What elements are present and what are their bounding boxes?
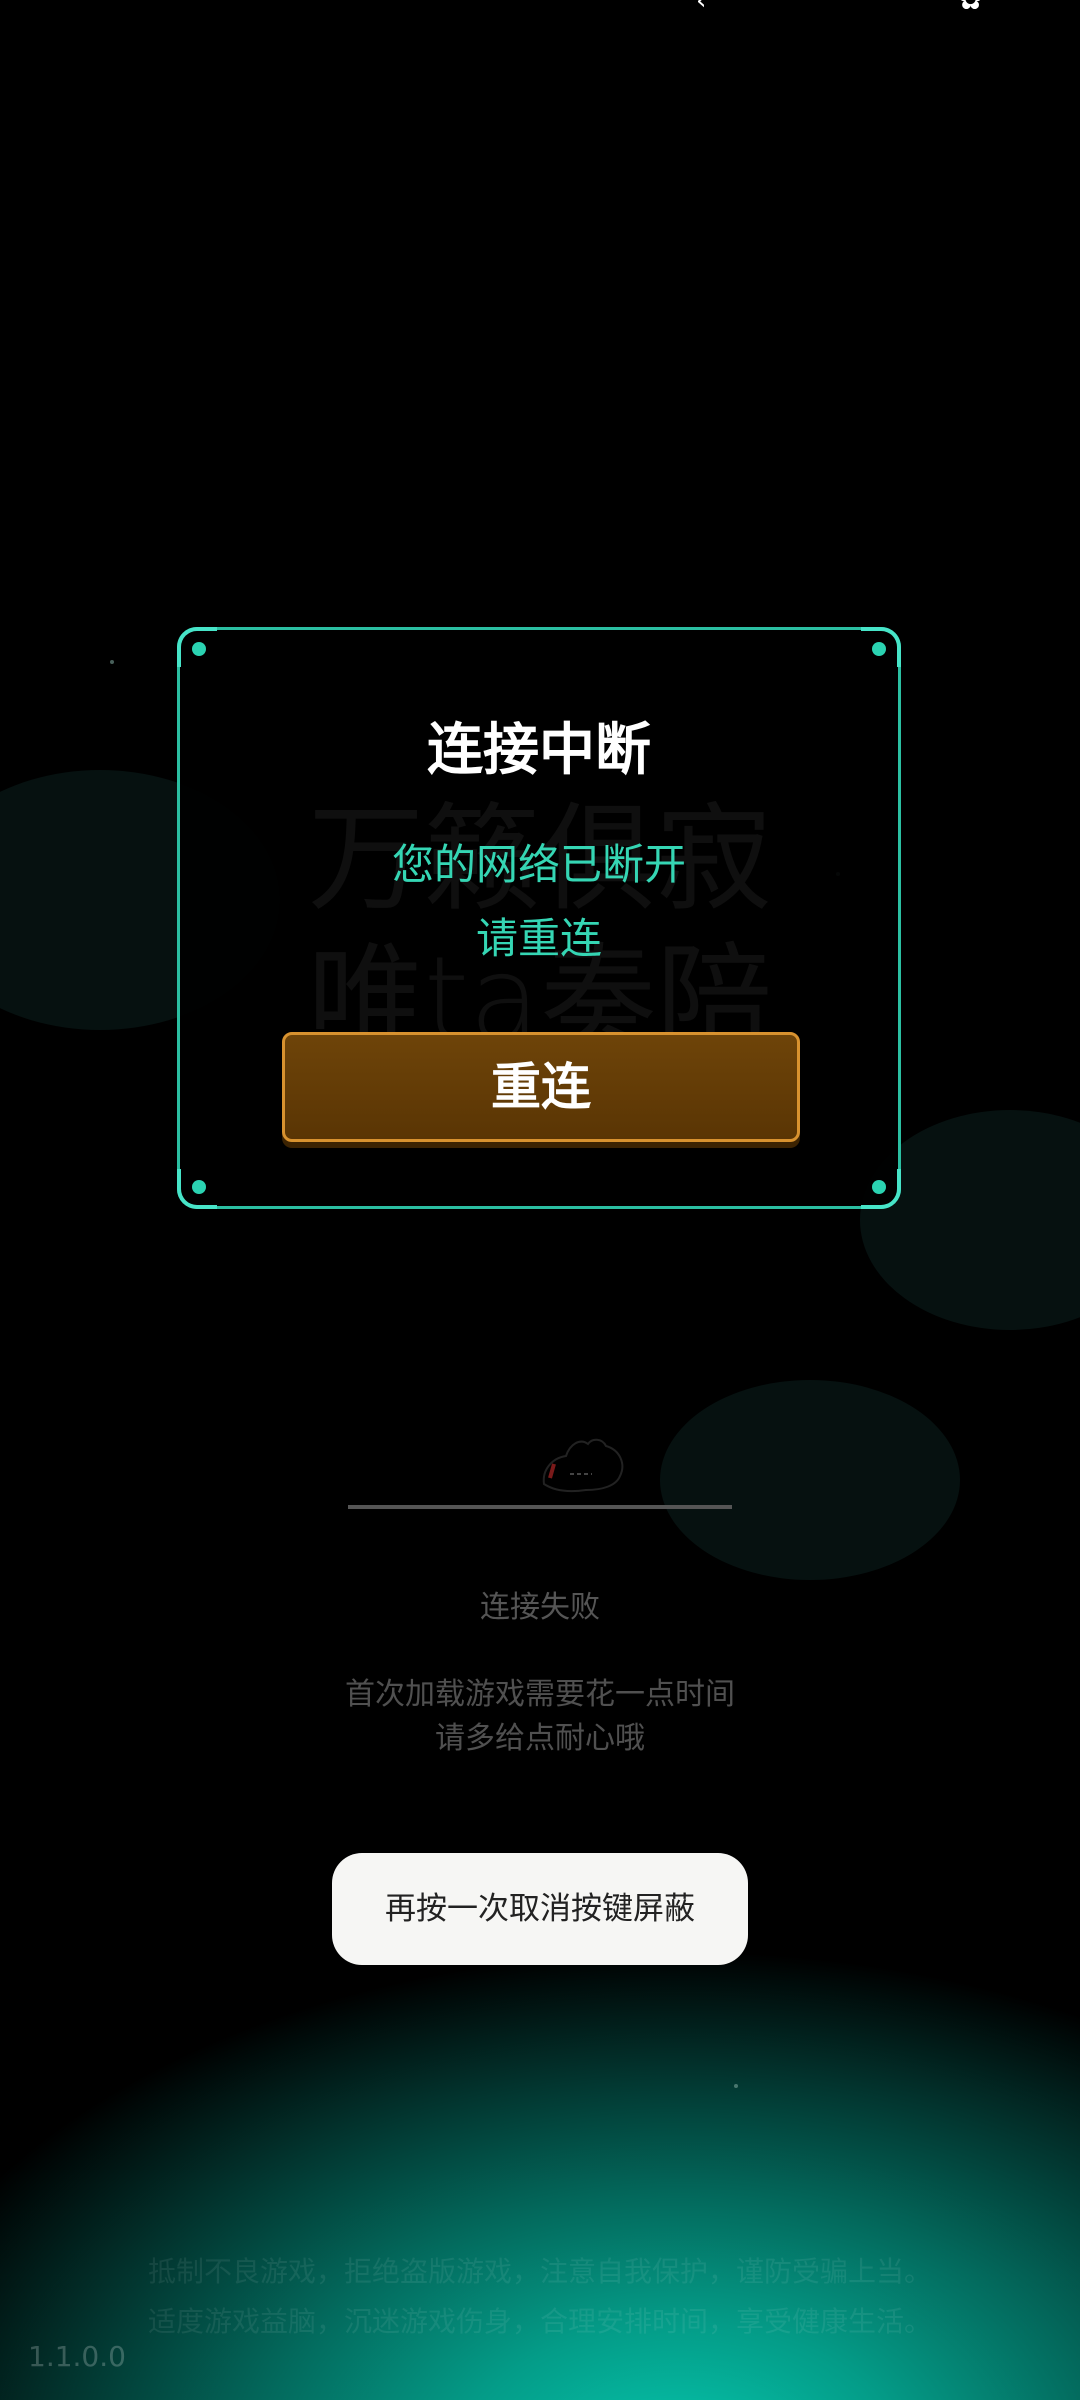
background-star [110,660,114,664]
status-bar-right-icon: ✿ [958,0,983,17]
reconnect-button[interactable]: 重连 [282,1032,800,1142]
corner-accent [861,1169,901,1209]
dialog-message-line: 请重连 [475,914,602,963]
game-loading-screen: ‹ ✿ 万籁俱寂 唯ta奏陪 连接中断 您的网络已断开 请重连 重连 连接失败 [0,0,1080,2400]
health-notice-line: 抵制不良游戏，拒绝盗版游戏，注意自我保护，谨防受骗上当。 [148,2255,933,2288]
loading-status: 连接失败 [480,1590,600,1625]
toast-message: 再按一次取消按键屏蔽 [332,1853,748,1965]
loading-hint-line: 首次加载游戏需要花一点时间 [345,1677,735,1712]
dialog-title: 连接中断 [427,718,651,783]
version-label: 1.1.0.0 [28,2340,126,2373]
corner-accent [861,627,901,667]
loading-hint: 首次加载游戏需要花一点时间 请多给点耐心哦 [0,1673,1080,1761]
loading-hint-line: 请多给点耐心哦 [435,1721,645,1756]
mascot-icon [542,1438,624,1493]
loading-progress-bar [348,1505,732,1509]
status-bar-left-icon: ‹ [696,0,707,16]
health-notice-line: 适度游戏益脑，沉迷游戏伤身，合理安排时间，享受健康生活。 [148,2305,933,2338]
dialog-message: 您的网络已断开 请重连 [180,828,898,976]
background-star [734,2084,738,2088]
corner-accent [177,627,217,667]
dialog-message-line: 您的网络已断开 [391,840,686,889]
background-cloud [660,1380,960,1580]
connection-lost-dialog: 万籁俱寂 唯ta奏陪 连接中断 您的网络已断开 请重连 重连 [177,627,901,1209]
corner-accent [177,1169,217,1209]
